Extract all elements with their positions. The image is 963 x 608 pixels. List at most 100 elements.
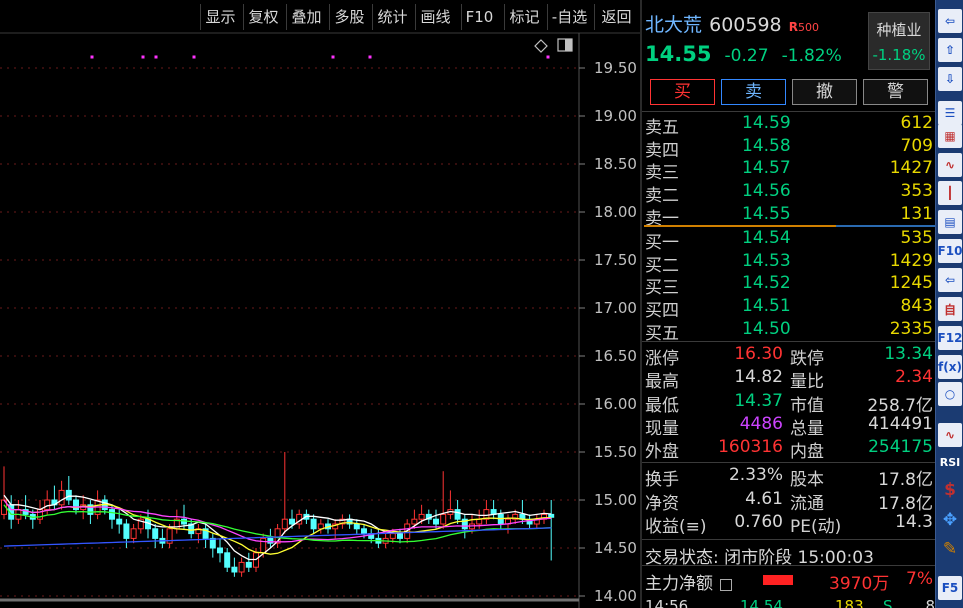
signal-marker [90,55,94,59]
formula-icon[interactable]: f(x) [938,355,962,379]
asks-row[interactable]: 卖三 14.57 1427 [642,158,935,184]
self-select-icon[interactable]: 自 [938,297,962,321]
document-icon[interactable]: ▤ [938,210,962,234]
toolbar-button-9[interactable]: 返回 [594,4,638,30]
stat-value: 13.34 [884,344,933,364]
toolbar-button-1[interactable]: 复权 [243,4,283,30]
sell-button[interactable]: 卖 [721,79,786,105]
stats-row: 外盘 160316 内盘 254175 [642,437,935,462]
y-tick-label: 18.50 [594,155,637,173]
line-chart-icon[interactable]: ∿ [938,153,962,177]
candle-body [353,523,360,530]
rsi-icon[interactable]: RSI [938,450,962,474]
toolbar-button-0[interactable]: 显示 [200,4,240,30]
bids-row[interactable]: 买四 14.51 843 [642,296,935,321]
f12-icon[interactable]: F12 [938,326,962,350]
stat-label: 股本 [790,470,824,490]
toolbar-button-5[interactable]: 画线 [415,4,455,30]
pencil-icon[interactable]: ✎ [938,537,962,561]
menu-icon[interactable] [720,578,733,591]
arrow-left-icon[interactable]: ⇦ [938,9,962,33]
chart-toolbar: 显示 复权 叠加 多股 统计 画线 F10 标记 -自选 返回 [0,0,640,33]
kline-plot[interactable] [0,0,640,608]
bids-row[interactable]: 买一 14.54 535 [642,228,935,253]
bids-price: 14.54 [742,228,791,248]
export-icon[interactable]: ⇦ [938,268,962,292]
signal-marker [546,55,550,59]
candle-body [267,537,274,544]
candle-body [397,533,403,539]
candle-body [123,523,130,539]
candle-body [65,489,72,501]
candle-body [238,561,245,573]
stat-value: 254175 [868,437,933,458]
candle-body [418,513,425,520]
stat-value: 16.30 [734,344,783,364]
candle-body [152,528,159,539]
arrow-down-icon[interactable]: ⇩ [938,67,962,91]
toolbar-button-3[interactable]: 多股 [329,4,369,30]
toolbar-button-7[interactable]: 标记 [504,4,544,30]
asks-price: 14.58 [742,135,791,156]
sector-name: 种植业 [876,21,922,39]
stat-value: 14.37 [734,390,783,411]
diamond-icon[interactable] [534,38,548,53]
candle-body [217,547,223,554]
list-icon[interactable]: ☰ [938,101,962,125]
asks-row[interactable]: 卖二 14.56 353 [642,181,935,206]
dollar-icon[interactable]: $ [938,478,962,502]
alert-button[interactable]: 警 [863,79,928,105]
divider-flow [642,565,935,566]
kline-chart-area[interactable]: 显示 复权 叠加 多股 统计 画线 F10 标记 -自选 返回 14.00 14.50 15.00 15… [0,0,640,608]
arrow-up-icon[interactable]: ⇧ [938,38,962,62]
candle-body [130,528,137,539]
bids-row[interactable]: 买三 14.52 1245 [642,273,935,298]
stat-label: 涨停 [645,349,679,369]
table-icon[interactable]: ▦ [938,124,962,148]
tick-extra: 8 [925,597,935,608]
asks-volume: 612 [900,113,933,133]
asks-row[interactable]: 卖五 14.59 612 [642,113,935,138]
circle-icon[interactable]: ○ [938,382,962,406]
asks-label: 卖五 [645,118,679,138]
bids-price: 14.51 [742,296,791,317]
buy-button[interactable]: 买 [650,79,715,105]
stat-label: 净资 [645,493,679,514]
stat-label: 现量 [645,418,679,439]
candle-body [260,537,267,554]
stat-value: 258.7亿 [867,395,933,416]
price-line: 14.55 -0.27 -1.82% [645,42,842,70]
f5-icon[interactable]: F5 [938,576,962,600]
move-icon[interactable]: ✥ [938,508,962,532]
stat-label: 市值 [790,395,824,416]
stock-name: 北大荒 [645,14,703,36]
divider-status [642,539,935,540]
f10-icon[interactable]: F10 [938,239,962,263]
tick-side: S [883,597,893,608]
toolbar-button-4[interactable]: 统计 [372,4,412,30]
signal-marker [141,55,145,59]
toolbar-button-8[interactable]: -自选 [547,4,591,30]
cancel-order-button[interactable]: 撤 [792,79,857,105]
asks-row[interactable]: 卖四 14.58 709 [642,135,935,161]
stat-value: 4.61 [745,488,783,509]
wave-icon[interactable]: ∿ [938,423,962,447]
asks-label: 卖三 [645,163,679,184]
book-divider [644,225,836,227]
panel-toggle-icon[interactable] [557,37,573,52]
stat-value: 17.8亿 [878,470,933,490]
bids-price: 14.52 [742,273,791,294]
toolbar-button-6[interactable]: F10 [461,4,497,30]
asks-price: 14.59 [742,113,791,133]
signal-marker [368,55,372,59]
toolbar-button-2[interactable]: 叠加 [286,4,326,30]
bids-row[interactable]: 买五 14.50 2335 [642,319,935,344]
sector-box[interactable]: 种植业 -1.18% [868,12,930,70]
stock-header: 北大荒 600598 R500 [645,10,819,36]
stats-row: 最低 14.37 市值 258.7亿 [642,390,935,416]
bids-row[interactable]: 买二 14.53 1429 [642,251,935,276]
candle-body [548,513,555,518]
candlestick-icon[interactable]: ┃ [938,181,962,205]
asks-row[interactable]: 卖一 14.55 131 [642,204,935,229]
bids-volume: 535 [900,228,933,248]
